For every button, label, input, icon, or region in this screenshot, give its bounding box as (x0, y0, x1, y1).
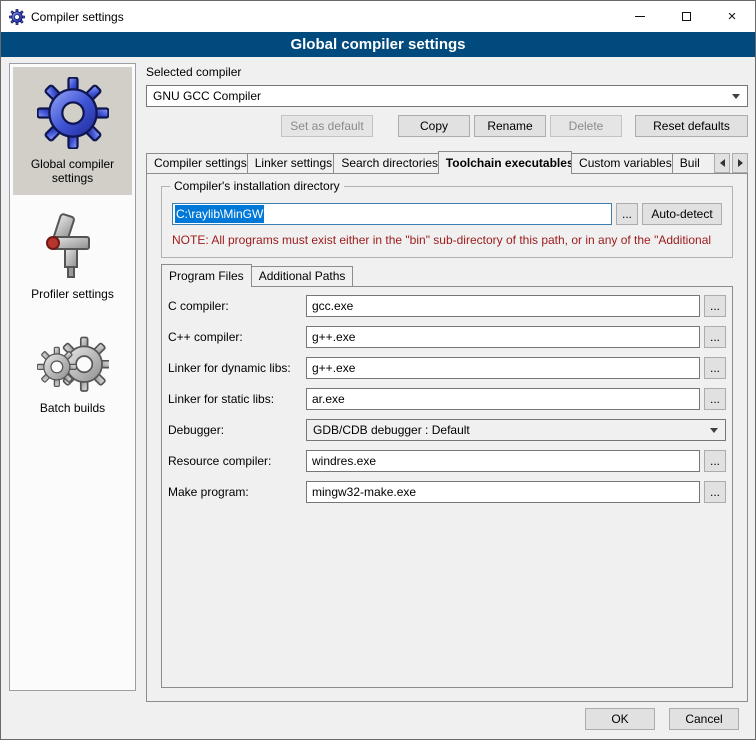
selected-compiler-combo[interactable]: GNU GCC Compiler (146, 85, 748, 107)
resource-compiler-browse-button[interactable]: ... (704, 450, 726, 472)
installation-directory-row: C:\raylib\MinGW ... Auto-detect (172, 203, 722, 225)
form-row: Debugger: GDB/CDB debugger : Default (168, 419, 726, 441)
auto-detect-button[interactable]: Auto-detect (642, 203, 722, 225)
form-row: C++ compiler: ... (168, 326, 726, 348)
linker-static-input[interactable] (306, 388, 700, 410)
debugger-select[interactable]: GDB/CDB debugger : Default (306, 419, 726, 441)
sidebar-item-label: Global compiler settings (15, 157, 130, 185)
dialog-footer: OK Cancel (585, 708, 739, 730)
form-row: Linker for dynamic libs: ... (168, 357, 726, 379)
sidebar-item-profiler-settings[interactable]: Profiler settings (13, 203, 132, 311)
chevron-down-icon (710, 428, 718, 433)
page-title: Global compiler settings (1, 32, 755, 57)
reset-defaults-button[interactable]: Reset defaults (635, 115, 748, 137)
tab-compiler-settings[interactable]: Compiler settings (146, 153, 248, 173)
linker-dynamic-input[interactable] (306, 357, 700, 379)
close-icon: × (728, 8, 737, 25)
gears-gray-icon (37, 329, 109, 393)
delete-button: Delete (550, 115, 622, 137)
tab-search-directories[interactable]: Search directories (333, 153, 438, 173)
window-title: Compiler settings (31, 10, 124, 24)
cpp-compiler-browse-button[interactable]: ... (704, 326, 726, 348)
tab-linker-settings[interactable]: Linker settings (247, 153, 335, 173)
minimize-icon (635, 16, 645, 17)
make-program-label: Make program: (168, 485, 306, 499)
ok-button[interactable]: OK (585, 708, 655, 730)
compiler-actions: Set as default Copy Rename Delete Reset … (146, 115, 748, 137)
chevron-down-icon (732, 94, 740, 99)
settings-category-sidebar: Global compiler settings Profiler settin… (9, 63, 136, 691)
subtab-program-files[interactable]: Program Files (161, 264, 252, 287)
bin-subdirectory-note: NOTE: All programs must exist either in … (172, 233, 722, 247)
subtab-bar: Program Files Additional Paths (161, 264, 733, 287)
main-panel: Selected compiler GNU GCC Compiler Set a… (146, 65, 748, 702)
cpp-compiler-input[interactable] (306, 326, 700, 348)
tab-build-truncated[interactable]: Buil (672, 153, 715, 173)
sidebar-item-batch-builds[interactable]: Batch builds (13, 319, 132, 425)
tab-scroll-left-button[interactable] (714, 153, 730, 173)
linker-dynamic-label: Linker for dynamic libs: (168, 361, 306, 375)
selected-compiler-value: GNU GCC Compiler (153, 89, 261, 103)
debugger-value: GDB/CDB debugger : Default (313, 423, 470, 437)
c-compiler-label: C compiler: (168, 299, 306, 313)
toolchain-executables-panel: Compiler's installation directory C:\ray… (146, 173, 748, 702)
cpp-compiler-label: C++ compiler: (168, 330, 306, 344)
copy-button[interactable]: Copy (398, 115, 470, 137)
close-button[interactable]: × (709, 1, 755, 32)
subtab-additional-paths[interactable]: Additional Paths (251, 266, 354, 286)
form-row: C compiler: ... (168, 295, 726, 317)
c-compiler-browse-button[interactable]: ... (704, 295, 726, 317)
installation-dir-browse-button[interactable]: ... (616, 203, 638, 225)
linker-static-browse-button[interactable]: ... (704, 388, 726, 410)
program-files-panel: C compiler: ... C++ compiler: ... Linker… (161, 286, 733, 688)
maximize-button[interactable] (663, 1, 709, 32)
set-as-default-button: Set as default (281, 115, 373, 137)
tab-scroll-right-button[interactable] (732, 153, 748, 173)
selected-text: C:\raylib\MinGW (175, 205, 264, 223)
installation-dir-input[interactable]: C:\raylib\MinGW (172, 203, 612, 225)
sidebar-item-global-compiler-settings[interactable]: Global compiler settings (13, 67, 132, 195)
minimize-button[interactable] (617, 1, 663, 32)
cancel-button[interactable]: Cancel (669, 708, 739, 730)
rename-button[interactable]: Rename (474, 115, 546, 137)
linker-dynamic-browse-button[interactable]: ... (704, 357, 726, 379)
arrow-left-icon (720, 159, 725, 167)
make-program-browse-button[interactable]: ... (704, 481, 726, 503)
selected-compiler-label: Selected compiler (146, 65, 748, 79)
sidebar-item-label: Batch builds (40, 401, 105, 415)
form-row: Make program: ... (168, 481, 726, 503)
tab-bar: Compiler settings Linker settings Search… (146, 151, 748, 174)
tab-custom-variables[interactable]: Custom variables (571, 153, 673, 173)
form-row: Resource compiler: ... (168, 450, 726, 472)
window-controls: × (617, 1, 755, 32)
sidebar-item-label: Profiler settings (31, 287, 114, 301)
app-icon (9, 9, 25, 25)
profiler-icon (43, 213, 103, 279)
tab-scroll-controls (714, 153, 748, 173)
arrow-right-icon (738, 159, 743, 167)
resource-compiler-label: Resource compiler: (168, 454, 306, 468)
installation-directory-group: Compiler's installation directory C:\ray… (161, 186, 733, 258)
debugger-label: Debugger: (168, 423, 306, 437)
maximize-icon (682, 12, 691, 21)
resource-compiler-input[interactable] (306, 450, 700, 472)
tab-toolchain-executables[interactable]: Toolchain executables (438, 151, 572, 174)
form-row: Linker for static libs: ... (168, 388, 726, 410)
gear-blue-icon (37, 77, 109, 149)
title-bar: Compiler settings × (1, 1, 755, 32)
compiler-settings-window: Compiler settings × Global compiler sett… (0, 0, 756, 740)
installation-directory-legend: Compiler's installation directory (170, 179, 344, 194)
linker-static-label: Linker for static libs: (168, 392, 306, 406)
c-compiler-input[interactable] (306, 295, 700, 317)
make-program-input[interactable] (306, 481, 700, 503)
